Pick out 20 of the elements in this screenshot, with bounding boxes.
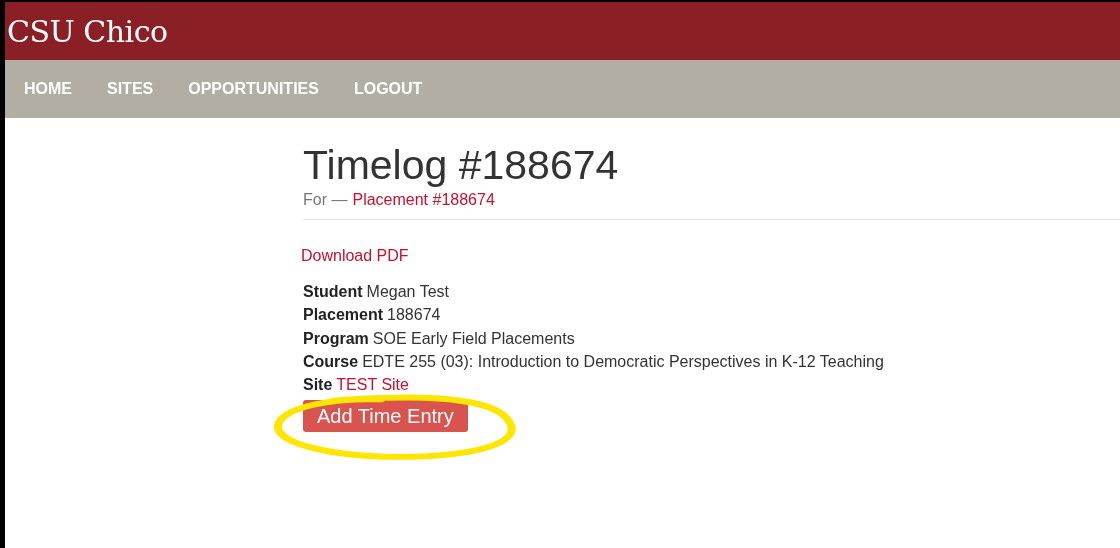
detail-value: Megan Test (366, 282, 449, 302)
nav-link[interactable]: SITES (107, 80, 154, 98)
detail-label: Course (303, 351, 359, 372)
detail-value: EDTE 255 (03): Introduction to Democratic Perspectives in K-12 Teaching (362, 351, 884, 372)
detail-label: Site (303, 375, 333, 396)
detail-value: 188674 (387, 305, 441, 326)
detail-value: SOE Early Field Placements (372, 328, 575, 349)
placement-link[interactable]: Placement #188674 (352, 190, 495, 210)
nav-link[interactable]: LOGOUT (353, 80, 423, 98)
add-time-entry-button[interactable]: Add Time Entry (303, 400, 468, 433)
download-link[interactable]: Download PDF (301, 247, 409, 264)
nav-link[interactable]: OPPORTUNITIES (188, 80, 319, 98)
page-title: Timelog #188674 (303, 141, 620, 190)
detail-label: Placement (303, 305, 384, 326)
subtitle-label: For — (303, 190, 348, 210)
site-title[interactable]: CSU Chico (7, 13, 168, 49)
detail-link[interactable]: TEST Site (336, 373, 409, 397)
nav-link[interactable]: HOME (24, 80, 72, 98)
detail-label: Student (303, 282, 363, 302)
detail-label: Program (303, 328, 369, 349)
